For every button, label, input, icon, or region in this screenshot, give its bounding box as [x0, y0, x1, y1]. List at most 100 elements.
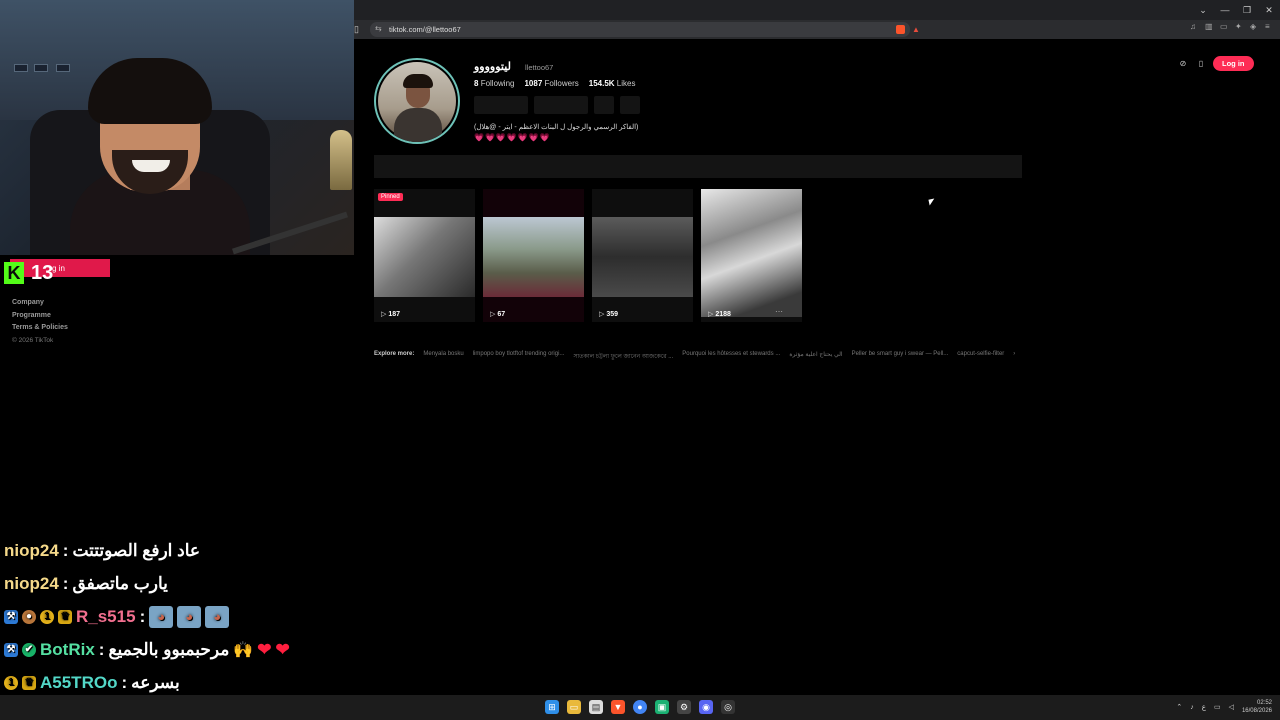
video-thumbnail — [483, 217, 584, 297]
video-thumbnail — [592, 217, 693, 297]
heart-emoji-icon: ❤ — [275, 639, 290, 659]
footer-link-programme[interactable]: Programme — [12, 312, 68, 319]
obs-icon[interactable]: ◎ — [721, 700, 735, 714]
chrome-icon[interactable]: ● — [633, 700, 647, 714]
video-card[interactable]: ▷ 359 — [592, 189, 693, 322]
address-bar[interactable]: ⇆ tiktok.com/@llettoo67 ▲ — [370, 22, 920, 37]
following-stat[interactable]: 8 Following — [474, 79, 514, 88]
profile-username: llettoo67 — [525, 63, 554, 72]
brave-rewards-icon[interactable]: ▲ — [912, 25, 920, 34]
footer-link-company[interactable]: Company — [12, 299, 68, 306]
leo-icon[interactable]: ✦ — [1235, 22, 1244, 31]
chat-message: ⚒ ● 1 ♛ R_s515 : ◕ ◕ ◕ — [4, 600, 364, 633]
volume-icon[interactable]: ◁ — [1229, 703, 1234, 711]
maximize-button[interactable]: ❐ — [1236, 0, 1258, 20]
explore-link[interactable]: সাতকাল চট্টলা ফুলে জানেন আজকেরে ... — [573, 351, 673, 362]
phone-icon[interactable]: ▯ — [1195, 58, 1207, 70]
minimize-button[interactable]: — — [1214, 0, 1236, 20]
login-button[interactable]: Log in — [1213, 56, 1254, 71]
start-icon[interactable]: ⊞ — [545, 700, 559, 714]
copyright: © 2026 TikTok — [12, 336, 54, 344]
moderator-badge-icon: ⚒ — [4, 642, 18, 657]
chat-message: ⚒ ✔ BotRix : مرحبمبوو بالجميع 🙌 ❤ ❤ — [4, 633, 364, 666]
explore-link[interactable]: Pourquoi les hôtesses et stewards ... — [682, 351, 780, 362]
profile-avatar[interactable] — [374, 58, 460, 144]
video-grid: Pinned ▷ 187 ▷ 67 ▷ 359 ▷ 2188 ⋯ — [374, 189, 802, 322]
vpn-icon[interactable]: ◈ — [1250, 22, 1259, 31]
chat-separator: : — [121, 672, 128, 692]
coin-icon[interactable]: ⊘ — [1177, 58, 1189, 70]
bookmark-icon[interactable]: ▯ — [354, 24, 364, 35]
explore-link[interactable]: limpopo boy tlotftof trending origi... — [473, 351, 565, 362]
menu-icon[interactable]: ≡ — [1265, 22, 1274, 31]
chat-username: BotRix — [40, 639, 95, 659]
app-icon[interactable]: ▣ — [655, 700, 669, 714]
video-card[interactable]: ▷ 67 — [483, 189, 584, 322]
close-window-button[interactable]: ✕ — [1258, 0, 1280, 20]
toolbar-icons: ♫ ▥ ▭ ✦ ◈ ≡ — [1190, 22, 1274, 31]
taskbar-apps: ⊞ ▭ ▤ ▼ ● ▣ ⚙ ◉ ◎ — [545, 700, 735, 714]
shelf-item — [14, 64, 28, 72]
footer-link-terms[interactable]: Terms & Policies — [12, 324, 68, 331]
wallet-icon[interactable]: ▭ — [1220, 22, 1229, 31]
crown-badge-icon: ♛ — [22, 675, 36, 690]
chat-username: R_s515 — [76, 606, 136, 626]
chat-message: niop24 : عاد ارفع الصوتتتت — [4, 534, 364, 567]
tiktok-footer-links: Company Programme Terms & Policies © 202… — [12, 299, 68, 349]
browser-toolbar: ▯ ⇆ tiktok.com/@llettoo67 ▲ ♫ ▥ ▭ ✦ ◈ ≡ — [354, 20, 1280, 39]
shelf-item — [56, 64, 70, 72]
video-thumbnail — [701, 189, 802, 317]
network-icon[interactable]: ▭ — [1214, 703, 1221, 711]
streamer-smile — [132, 160, 170, 172]
explore-link[interactable]: الي يحتاج اعلية مؤثرة — [789, 351, 842, 362]
video-card[interactable]: Pinned ▷ 187 — [374, 189, 475, 322]
clock[interactable]: 02:52 16/08/2026 — [1242, 699, 1272, 715]
tabs-skeleton — [374, 155, 1022, 178]
brave-shields-icon[interactable] — [896, 25, 905, 34]
microphone-icon[interactable]: ♪ — [1190, 704, 1194, 711]
explore-link[interactable]: capcut-selfie-filter — [957, 351, 1004, 362]
cookie-badge-icon: ● — [22, 609, 36, 624]
chat-text: بسرعه — [131, 672, 180, 692]
emote-icon: ◕ — [205, 605, 230, 628]
explore-next-arrow-icon[interactable]: › — [1013, 351, 1015, 362]
site-info-icon[interactable]: ⇆ — [375, 24, 382, 33]
heart-emoji-icon: ❤ — [257, 639, 272, 659]
emote-icon: ◕ — [149, 605, 174, 628]
chat-message: niop24 : يارب ماتصفق — [4, 567, 364, 600]
tray-overflow-icon[interactable]: ⌃ — [1176, 703, 1182, 711]
more-options-icon[interactable]: ⋯ — [775, 307, 783, 316]
chat-separator: : — [62, 540, 69, 560]
mouse-cursor-icon — [928, 198, 936, 206]
video-card[interactable]: ▷ 2188 ⋯ — [701, 189, 802, 322]
login-overlay-text: g in — [52, 264, 65, 273]
likes-stat: 154.5K Likes — [588, 79, 636, 88]
chat-username: A55TROo — [40, 672, 118, 692]
notepad-icon[interactable]: ▤ — [589, 700, 603, 714]
skeleton-block — [474, 96, 528, 114]
viewer-count: 13 — [31, 262, 54, 284]
settings-icon[interactable]: ⚙ — [677, 700, 691, 714]
kick-logo-icon: K — [4, 262, 24, 284]
sidebar-icon[interactable]: ▥ — [1205, 22, 1214, 31]
url-text[interactable]: tiktok.com/@llettoo67 — [389, 25, 461, 34]
followers-stat[interactable]: 1087 Followers — [524, 79, 578, 88]
page-header-actions: ⊘ ▯ Log in — [1177, 56, 1254, 71]
chat-username: niop24 — [4, 573, 59, 593]
clock-time: 02:52 — [1256, 700, 1272, 706]
tab-search-icon[interactable]: ⌄ — [1192, 0, 1214, 20]
chat-text: عاد ارفع الصوتتتت — [72, 540, 201, 560]
file-explorer-icon[interactable]: ▭ — [567, 700, 581, 714]
explore-more-row: Explore more: Menyala bosku limpopo boy … — [374, 351, 1015, 362]
language-icon[interactable]: ع — [1202, 703, 1206, 711]
shelf-item — [34, 64, 48, 72]
chat-username: niop24 — [4, 540, 59, 560]
brave-browser-icon[interactable]: ▼ — [611, 700, 625, 714]
system-tray: ⌃ ♪ ع ▭ ◁ 02:52 16/08/2026 — [1176, 699, 1272, 715]
discord-icon[interactable]: ◉ — [699, 700, 713, 714]
explore-link[interactable]: Peller be smart guy i swear — Pell... — [852, 351, 949, 362]
video-views: ▷ 2188 — [708, 311, 731, 318]
explore-link[interactable]: Menyala bosku — [423, 351, 463, 362]
media-icon[interactable]: ♫ — [1190, 22, 1199, 31]
trophy — [330, 130, 352, 190]
